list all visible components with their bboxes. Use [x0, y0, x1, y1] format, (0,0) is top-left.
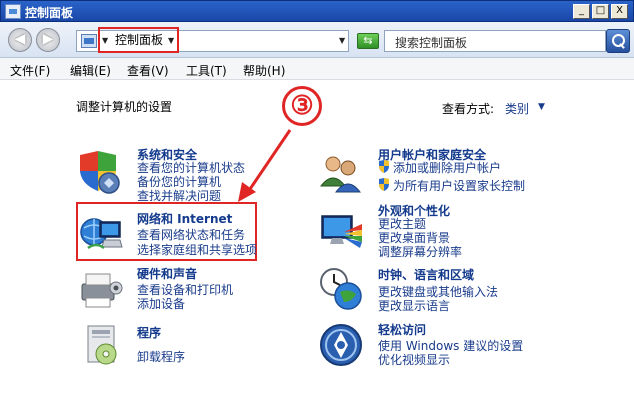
ease-of-access-icon [320, 324, 362, 366]
link-optimize-video[interactable]: 优化视频显示 [378, 351, 450, 368]
clock-globe-icon [320, 268, 362, 310]
link-homegroup-sharing[interactable]: 选择家庭组和共享选项 [137, 241, 257, 258]
address-history-icon[interactable]: ▼ [339, 36, 345, 45]
category-title-network-internet[interactable]: 网络和 Internet [137, 210, 232, 227]
uac-shield-icon [379, 178, 389, 191]
link-add-remove-accounts[interactable]: 添加或删除用户帐户 [393, 159, 501, 176]
back-button[interactable]: ◀ [8, 28, 32, 52]
system-security-icon [80, 151, 120, 194]
link-add-device[interactable]: 添加设备 [137, 295, 185, 312]
menu-file[interactable]: 文件(F) [10, 62, 50, 79]
category-title-hardware-sound[interactable]: 硬件和声音 [137, 265, 197, 282]
control-panel-icon [5, 4, 21, 19]
link-adjust-resolution[interactable]: 调整屏幕分辨率 [378, 243, 462, 260]
view-by-label: 查看方式: [442, 102, 495, 116]
search-icon[interactable] [606, 29, 630, 53]
close-button[interactable]: X [611, 4, 628, 19]
appearance-icon [321, 215, 362, 248]
link-change-display-language[interactable]: 更改显示语言 [378, 297, 450, 314]
step-marker: ③ [282, 86, 322, 126]
search-input[interactable]: 搜索控制面板 [384, 30, 606, 52]
menu-tools[interactable]: 工具(T) [186, 62, 227, 79]
control-panel-icon [81, 34, 97, 48]
breadcrumb-annotation-box [98, 27, 179, 53]
hardware-sound-icon [81, 273, 123, 308]
menu-edit[interactable]: 编辑(E) [70, 62, 111, 79]
view-by-dropdown[interactable]: 类别 [505, 100, 529, 117]
refresh-icon[interactable]: ⇆ [357, 33, 379, 49]
minimize-button[interactable]: _ [573, 4, 590, 19]
programs-icon [87, 325, 117, 365]
forward-button[interactable]: ▶ [36, 28, 60, 52]
category-title-clock-language[interactable]: 时钟、语言和区域 [378, 266, 474, 283]
link-parental-controls[interactable]: 为所有用户设置家长控制 [393, 177, 525, 194]
category-title-programs[interactable]: 程序 [137, 324, 161, 341]
menu-view[interactable]: 查看(V) [127, 62, 169, 79]
window-title: 控制面板 [25, 6, 74, 20]
link-uninstall-program[interactable]: 卸载程序 [137, 348, 185, 365]
title-bar: 控制面板 _ □ X [0, 0, 634, 22]
category-title-ease-of-access[interactable]: 轻松访问 [378, 321, 426, 338]
maximize-button[interactable]: □ [592, 4, 609, 19]
users-icon [319, 156, 362, 193]
page-heading: 调整计算机的设置 [76, 100, 173, 114]
uac-shield-icon [379, 160, 389, 173]
menu-bar: 文件(F) 编辑(E) 查看(V) 工具(T) 帮助(H) [0, 58, 634, 80]
view-by-chevron-icon[interactable]: ▼ [538, 102, 545, 112]
menu-help[interactable]: 帮助(H) [243, 62, 285, 79]
